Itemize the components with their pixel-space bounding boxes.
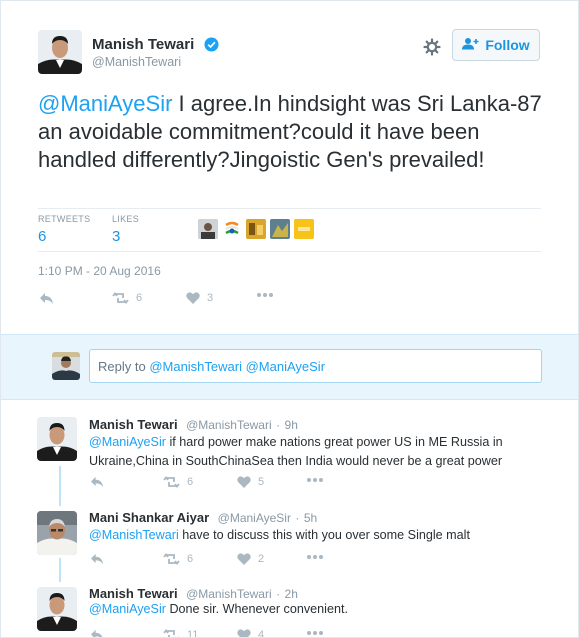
- reply-author-handle[interactable]: @ManishTewari: [186, 418, 272, 432]
- reply-author-name[interactable]: Mani Shankar Aiyar: [89, 510, 209, 525]
- retweet-action[interactable]: 6: [112, 292, 142, 304]
- retweet-action[interactable]: 6: [163, 553, 193, 565]
- retweet-count: 6: [187, 476, 194, 488]
- reply-dot: ·: [295, 511, 300, 525]
- reply-dot: ·: [276, 418, 281, 432]
- reply-icon: [90, 553, 104, 565]
- heart-icon: [237, 553, 251, 565]
- retweet-action[interactable]: 11: [163, 629, 199, 638]
- more-icon: [306, 477, 324, 483]
- add-user-icon: [462, 37, 479, 53]
- like-count: 3: [207, 292, 214, 304]
- heart-icon: [237, 629, 251, 637]
- tweet-mention[interactable]: @ManiAyeSir: [38, 91, 172, 116]
- reply-text: @ManishTewari have to discuss this with …: [89, 526, 529, 545]
- retweets-label: RETWEETS: [38, 214, 91, 224]
- likes-stat[interactable]: LIKES 3: [112, 214, 139, 245]
- heart-icon: [186, 292, 200, 304]
- follow-button[interactable]: Follow: [452, 29, 540, 61]
- liker-avatar[interactable]: [222, 219, 242, 239]
- reply-mentions: @ManishTewari @ManiAyeSir: [149, 358, 326, 374]
- like-action[interactable]: 5: [237, 476, 264, 488]
- reply-tweet[interactable]: Manish Tewari @ManishTewari · 9h @ManiAy…: [1, 406, 578, 500]
- like-count: 5: [258, 476, 265, 488]
- like-count: 2: [258, 553, 265, 565]
- reply-time[interactable]: 2h: [285, 587, 298, 601]
- retweet-count: 6: [187, 553, 194, 565]
- reply-author-name[interactable]: Manish Tewari: [89, 417, 178, 432]
- likes-count: 3: [112, 228, 121, 245]
- reply-time[interactable]: 9h: [285, 418, 298, 432]
- like-count: 4: [258, 629, 265, 638]
- author-handle[interactable]: @ManishTewari: [92, 55, 181, 69]
- reply-text: @ManiAyeSir if hard power make nations g…: [89, 433, 529, 471]
- like-action[interactable]: 2: [237, 553, 264, 565]
- tweet-text: @ManiAyeSir I agree.In hindsight was Sri…: [38, 90, 548, 174]
- reply-author-handle[interactable]: @ManiAyeSir: [218, 511, 291, 525]
- retweets-count: 6: [38, 228, 47, 245]
- reply-text: @ManiAyeSir Done sir. Whenever convenien…: [89, 600, 529, 619]
- liker-avatar[interactable]: [246, 219, 266, 239]
- current-user-avatar[interactable]: [52, 352, 80, 380]
- reply-body: have to discuss this with you over some …: [178, 528, 470, 542]
- reply-tweet[interactable]: Mani Shankar Aiyar @ManiAyeSir · 5h @Man…: [1, 499, 578, 583]
- reply-body: Done sir. Whenever convenient.: [165, 602, 348, 616]
- reply-icon: [90, 476, 104, 488]
- liker-avatar[interactable]: [294, 219, 314, 239]
- more-action[interactable]: [306, 554, 324, 560]
- reply-avatar[interactable]: [37, 511, 77, 555]
- reply-action[interactable]: [39, 292, 54, 305]
- retweet-icon: [163, 553, 180, 565]
- reply-author-handle[interactable]: @ManishTewari: [186, 587, 272, 601]
- reply-avatar[interactable]: [37, 587, 77, 631]
- retweet-count: 6: [136, 292, 143, 304]
- verified-icon: [204, 37, 219, 57]
- retweet-icon: [112, 292, 129, 304]
- gear-icon[interactable]: [423, 38, 441, 61]
- author-avatar[interactable]: [38, 30, 82, 74]
- follow-label: Follow: [485, 37, 530, 53]
- reply-avatar[interactable]: [37, 417, 77, 461]
- reply-time[interactable]: 5h: [304, 511, 317, 525]
- reply-icon: [90, 629, 104, 637]
- likes-label: LIKES: [112, 214, 140, 224]
- reply-action[interactable]: [90, 476, 104, 488]
- liker-avatar[interactable]: [198, 219, 218, 239]
- liker-avatars: [198, 219, 314, 239]
- more-action[interactable]: [306, 630, 324, 636]
- reply-mention[interactable]: @ManishTewari: [89, 528, 179, 542]
- reply-prefix: Reply to: [98, 358, 150, 374]
- tweet-detail-card: Manish Tewari @ManishTewari Follow @Mani…: [0, 0, 579, 638]
- reply-input[interactable]: Reply to @ManishTewari @ManiAyeSir: [89, 349, 542, 383]
- stats-top-divider: [38, 208, 541, 209]
- like-action[interactable]: 4: [237, 629, 265, 638]
- reply-action[interactable]: [90, 629, 104, 637]
- stats-bottom-divider: [38, 251, 541, 252]
- reply-author-name[interactable]: Manish Tewari: [89, 586, 178, 601]
- reply-mention[interactable]: @ManiAyeSir: [89, 602, 166, 616]
- heart-icon: [237, 476, 251, 488]
- more-icon: [256, 292, 274, 298]
- retweet-action[interactable]: 6: [163, 476, 193, 488]
- reply-mention[interactable]: @ManiAyeSir: [89, 435, 166, 449]
- tweet-timestamp[interactable]: 1:10 PM - 20 Aug 2016: [38, 264, 161, 278]
- liker-avatar[interactable]: [270, 219, 290, 239]
- more-icon: [306, 554, 324, 560]
- retweets-stat[interactable]: RETWEETS 6: [38, 214, 90, 245]
- retweet-icon: [163, 629, 180, 637]
- like-action[interactable]: 3: [186, 292, 213, 304]
- author-name[interactable]: Manish Tewari: [92, 36, 194, 53]
- more-icon: [306, 630, 324, 636]
- reply-dot: ·: [276, 587, 281, 601]
- more-action[interactable]: [306, 477, 324, 483]
- reply-icon: [39, 292, 54, 305]
- reply-tweet[interactable]: Manish Tewari @ManishTewari · 2h @ManiAy…: [1, 575, 578, 638]
- retweet-count: 11: [187, 629, 199, 638]
- reply-action[interactable]: [90, 553, 104, 565]
- retweet-icon: [163, 476, 180, 488]
- more-action[interactable]: [256, 292, 274, 298]
